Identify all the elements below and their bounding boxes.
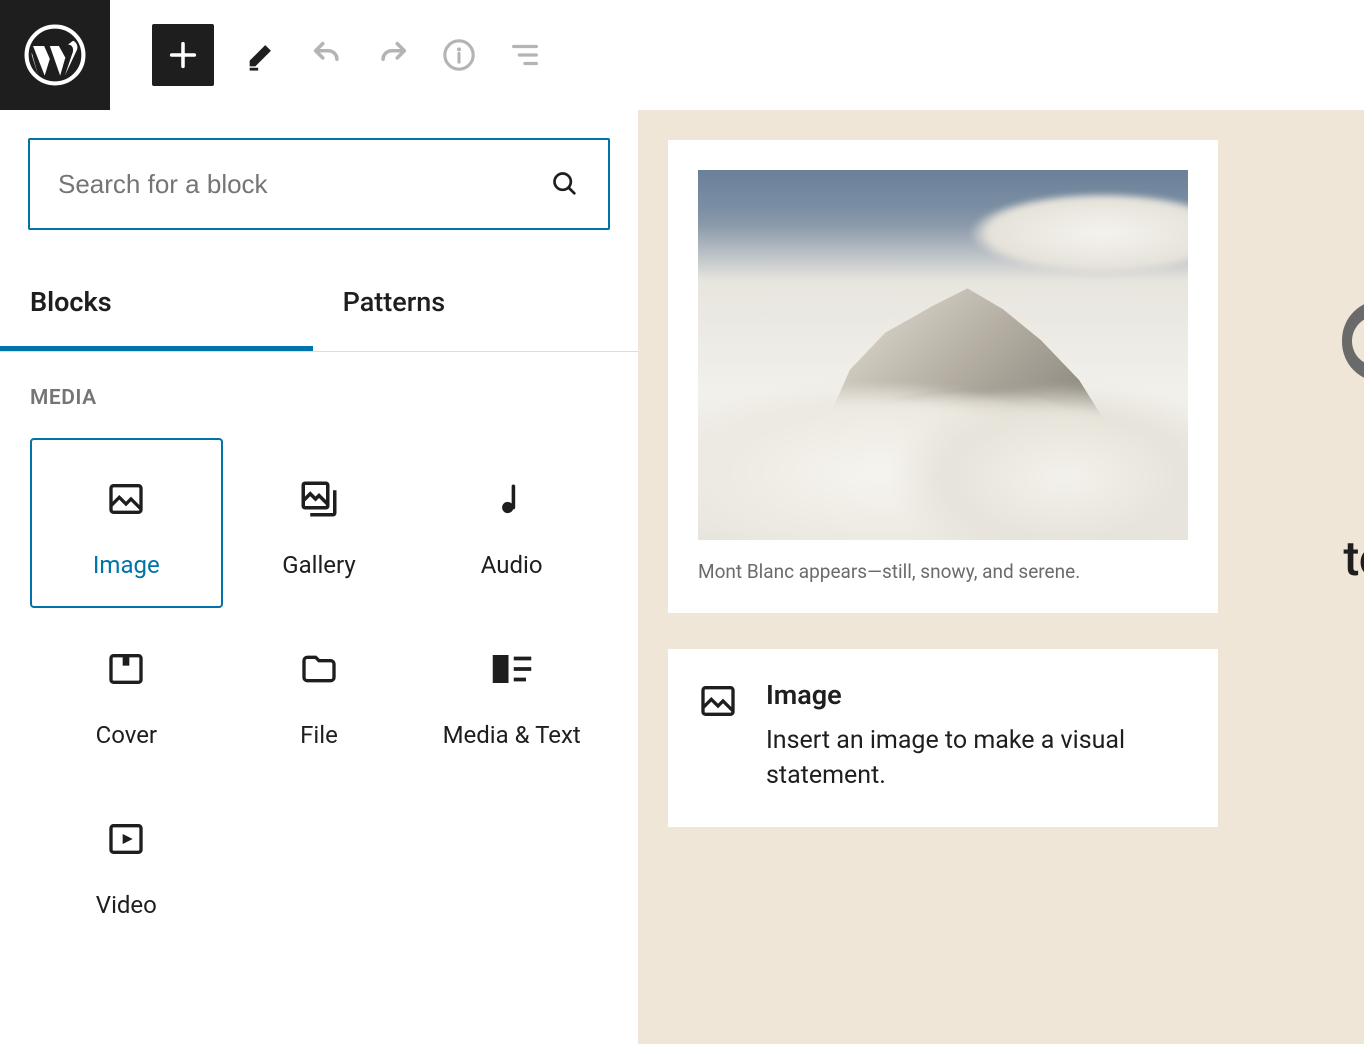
cropped-element <box>1342 300 1364 382</box>
block-item-file[interactable]: File <box>223 608 416 778</box>
search-icon <box>551 170 579 198</box>
file-icon <box>297 647 341 691</box>
tab-patterns[interactable]: Patterns <box>313 258 638 351</box>
block-item-media-text[interactable]: Media & Text <box>415 608 608 778</box>
block-label: Gallery <box>282 551 356 579</box>
redo-icon <box>376 38 410 72</box>
description-title: Image <box>766 679 1188 711</box>
block-description-card: Image Insert an image to make a visual s… <box>668 649 1218 827</box>
block-label: Audio <box>481 551 543 579</box>
image-icon <box>698 681 738 721</box>
list-view-icon <box>508 38 542 72</box>
block-label: Image <box>93 551 160 579</box>
block-inserter-panel: Blocks Patterns MEDIA Image <box>0 110 638 1044</box>
image-icon <box>104 477 148 521</box>
video-icon <box>104 817 148 861</box>
search-button[interactable] <box>550 169 580 199</box>
gallery-icon <box>297 477 341 521</box>
redo-button[interactable] <box>374 36 412 74</box>
audio-icon <box>490 477 534 521</box>
block-label: Media & Text <box>443 721 581 749</box>
preview-figure: Mont Blanc appears—still, snowy, and ser… <box>668 140 1218 613</box>
list-view-button[interactable] <box>506 36 544 74</box>
cropped-text: to <box>1343 530 1364 587</box>
cover-icon <box>104 647 148 691</box>
description-text: Insert an image to make a visual stateme… <box>766 723 1188 793</box>
undo-button[interactable] <box>308 36 346 74</box>
search-box[interactable] <box>28 138 610 230</box>
add-block-button[interactable] <box>152 24 214 86</box>
block-item-cover[interactable]: Cover <box>30 608 223 778</box>
block-label: Video <box>96 891 157 919</box>
section-title-media: MEDIA <box>0 352 638 424</box>
block-label: File <box>300 721 338 749</box>
undo-icon <box>310 38 344 72</box>
wordpress-logo[interactable] <box>0 0 110 110</box>
editor-topbar <box>0 0 1364 110</box>
preview-caption: Mont Blanc appears—still, snowy, and ser… <box>698 560 1188 583</box>
tab-blocks[interactable]: Blocks <box>0 258 313 351</box>
block-item-gallery[interactable]: Gallery <box>223 438 416 608</box>
block-grid: Image Gallery <box>0 424 638 962</box>
pencil-icon <box>244 38 278 72</box>
plus-icon <box>166 38 200 72</box>
block-preview-panel: Mont Blanc appears—still, snowy, and ser… <box>638 110 1364 1044</box>
block-item-image[interactable]: Image <box>30 438 223 608</box>
block-label: Cover <box>96 721 157 749</box>
edit-tool-button[interactable] <box>242 36 280 74</box>
preview-image <box>698 170 1188 540</box>
block-item-audio[interactable]: Audio <box>415 438 608 608</box>
media-text-icon <box>490 647 534 691</box>
info-button[interactable] <box>440 36 478 74</box>
block-item-video[interactable]: Video <box>30 778 223 948</box>
info-icon <box>442 38 476 72</box>
inserter-tabs: Blocks Patterns <box>0 258 638 352</box>
search-input[interactable] <box>58 169 550 200</box>
